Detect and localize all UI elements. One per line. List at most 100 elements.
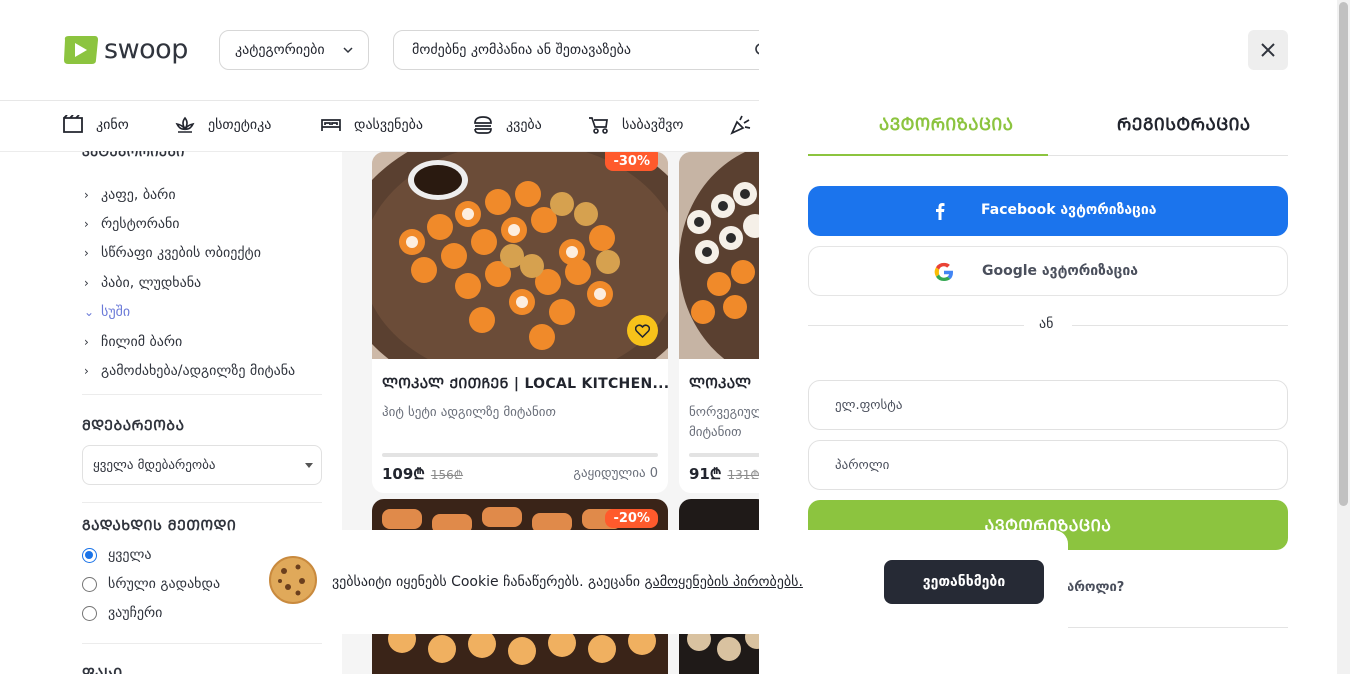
category-list: › კაფე, ბარი › რესტორანი › სწრაფი კვების ობ… xyxy=(84,180,295,386)
divider xyxy=(82,643,322,644)
terms-link[interactable]: გამოყენების პირობებს. xyxy=(644,574,802,590)
category-label: რესტორანი xyxy=(101,216,180,233)
search-placeholder: მოძებნე კომპანია ან შეთავაზება xyxy=(412,42,631,58)
divider xyxy=(808,325,1024,326)
swoop-logo[interactable]: swoop xyxy=(62,34,188,65)
accept-cookies-button[interactable]: ვეთანხმები xyxy=(884,560,1044,604)
or-separator: ან xyxy=(1039,316,1054,332)
chevron-down-icon: ⌄ xyxy=(84,305,95,320)
tab-register[interactable]: ᲠᲔᲒᲘᲡᲢᲠᲐᲪᲘᲐ xyxy=(1117,112,1251,135)
sold-progress-bar xyxy=(382,453,658,457)
discount-badge: -30% xyxy=(605,152,658,171)
forgot-password-link[interactable]: აროლი? xyxy=(1067,580,1124,595)
radio-button[interactable] xyxy=(82,547,97,563)
nav-item-kids[interactable]: საბავშვო xyxy=(588,115,683,135)
divider xyxy=(82,394,322,395)
facebook-login-label: Facebook ავტორიზაცია xyxy=(981,202,1157,218)
location-value: ყველა მდებარეობა xyxy=(93,457,216,473)
payment-option-voucher[interactable]: ვაუჩერი xyxy=(82,605,162,621)
party-popper-icon xyxy=(730,115,751,135)
active-tab-indicator xyxy=(808,154,1048,156)
category-label: გამოძახება/ადგილზე მიტანა xyxy=(101,363,296,380)
page: swoop კატეგორიები მოძებნე კომპანია ან შე… xyxy=(0,0,1350,674)
old-price: 131₾ xyxy=(727,468,760,482)
cookie-message: ვებსაიტი იყენებს Cookie ჩანაწერებს. გაეც… xyxy=(332,574,803,590)
location-title: ᲛᲓᲔᲑᲐᲠᲔᲝᲑᲐ xyxy=(82,418,185,434)
location-select[interactable]: ყველა მდებარეობა xyxy=(82,445,322,485)
radio-label: ვაუჩერი xyxy=(108,605,163,621)
search-box[interactable]: მოძებნე კომპანია ან შეთავაზება xyxy=(393,30,773,70)
nav-item-cinema[interactable]: კინო xyxy=(62,115,129,135)
nav-item-label: კინო xyxy=(96,117,129,133)
sushi-platter-image xyxy=(679,152,769,359)
email-field[interactable] xyxy=(808,380,1288,430)
favorite-button[interactable] xyxy=(627,315,658,346)
sold-count: გაყიდულია 0 xyxy=(573,466,658,481)
sushi-platter-image xyxy=(372,152,668,359)
offer-price: 91₾ 131₾ xyxy=(689,464,760,484)
category-item[interactable]: › სწრაფი კვების ობიექტი xyxy=(84,239,295,268)
scrollbar-thumb[interactable] xyxy=(1339,2,1348,506)
heart-icon xyxy=(635,323,650,338)
offer-subtitle: ნორვეგიული მიტანით xyxy=(689,403,769,443)
email-input[interactable] xyxy=(809,381,1287,429)
auth-tabs: ᲐᲕᲢᲝᲠᲘᲖᲐᲪᲘᲐ ᲠᲔᲒᲘᲡᲢᲠᲐᲪᲘᲐ xyxy=(808,100,1288,156)
tab-login[interactable]: ᲐᲕᲢᲝᲠᲘᲖᲐᲪᲘᲐ xyxy=(879,112,1013,135)
category-item[interactable]: › ჩილიმ ბარი xyxy=(84,327,295,356)
lotus-icon xyxy=(175,116,195,133)
chevron-right-icon: › xyxy=(84,217,89,232)
payment-option-all[interactable]: ყველა xyxy=(82,547,152,563)
discount-badge: -20% xyxy=(605,509,658,528)
facebook-login-button[interactable]: Facebook ავტორიზაცია xyxy=(808,186,1288,236)
chevron-right-icon: › xyxy=(84,187,89,202)
stroller-icon xyxy=(589,117,608,134)
close-button[interactable] xyxy=(1248,30,1288,70)
google-login-button[interactable]: Google ავტორიზაცია xyxy=(808,246,1288,296)
categories-label: კატეგორიები xyxy=(235,42,325,58)
chevron-down-icon xyxy=(343,47,353,54)
logo-text: swoop xyxy=(104,34,188,65)
category-label: სწრაფი კვების ობიექტი xyxy=(101,245,261,262)
radio-button[interactable] xyxy=(82,576,97,592)
radio-label: სრული გადახდა xyxy=(108,576,221,592)
nav-item-food[interactable]: კვება xyxy=(472,115,542,135)
cookie-banner: ვებსაიტი იყენებს Cookie ჩანაწერებს. გაეც… xyxy=(256,530,1068,634)
category-label: კაფე, ბარი xyxy=(101,186,176,203)
chevron-right-icon: › xyxy=(84,246,89,261)
close-icon xyxy=(1261,43,1275,57)
password-field[interactable] xyxy=(808,440,1288,490)
facebook-icon xyxy=(936,203,945,220)
offer-image xyxy=(679,152,769,359)
category-item[interactable]: › კაფე, ბარი xyxy=(84,180,295,209)
password-input[interactable] xyxy=(809,441,1287,489)
category-label: პაბი, ლუდხანა xyxy=(101,274,202,291)
offer-subtitle: ჰიტ სეტი ადგილზე მიტანით xyxy=(382,405,556,420)
nav-item-aesthetics[interactable]: ესთეტიკა xyxy=(174,115,271,135)
dropdown-arrow-icon xyxy=(305,463,313,468)
radio-label: ყველა xyxy=(108,547,152,563)
category-item-active[interactable]: ⌄ სუში xyxy=(84,298,295,327)
page-scrollbar[interactable] xyxy=(1337,0,1350,674)
subtitle-line: ნორვეგიული xyxy=(689,405,769,420)
nav-item-leisure[interactable]: დასვენება xyxy=(320,115,423,135)
swoop-logo-icon xyxy=(64,35,98,64)
nav-item-label: ესთეტიკა xyxy=(208,117,272,133)
bed-icon xyxy=(321,119,341,131)
category-label: სუში xyxy=(101,304,131,321)
sold-progress-bar xyxy=(689,453,769,457)
category-label: ჩილიმ ბარი xyxy=(101,333,183,350)
category-item[interactable]: › პაბი, ლუდხანა xyxy=(84,268,295,297)
payment-title: ᲒᲐᲓᲐᲮᲓᲘᲡ ᲛᲔᲗᲝᲓᲘ xyxy=(82,518,237,534)
offer-card[interactable]: -30% ᲚᲝᲙᲐᲚ ᲥᲘᲗᲩᲔᲜ | LOCAL KITCHEN... ჰიტ… xyxy=(372,152,668,493)
payment-option-full[interactable]: სრული გადახდა xyxy=(82,576,220,592)
categories-dropdown[interactable]: კატეგორიები xyxy=(219,30,369,70)
category-item[interactable]: › გამოძახება/ადგილზე მიტანა xyxy=(84,356,295,385)
radio-button[interactable] xyxy=(82,605,97,621)
offer-card[interactable]: ᲚᲝᲙᲐᲚ ნორვეგიული მიტანით 91₾ 131₾ xyxy=(679,152,769,493)
ticket-icon xyxy=(63,115,83,133)
nav-item-label: საბავშვო xyxy=(622,117,684,133)
category-item[interactable]: › რესტორანი xyxy=(84,209,295,238)
nav-item-label: კვება xyxy=(506,117,542,133)
offer-title: ᲚᲝᲙᲐᲚ ᲥᲘᲗᲩᲔᲜ | LOCAL KITCHEN... xyxy=(382,376,668,392)
cookie-text: ვებსაიტი იყენებს Cookie ჩანაწერებს. გაეც… xyxy=(332,574,645,590)
